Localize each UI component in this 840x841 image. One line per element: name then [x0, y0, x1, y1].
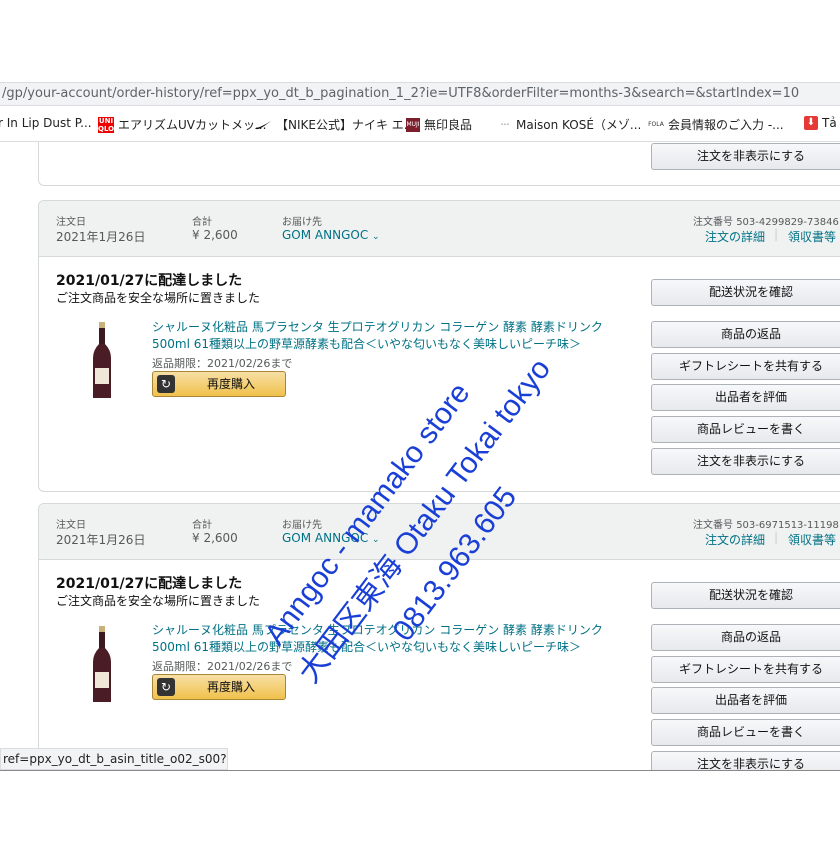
link-separator: |: [774, 227, 779, 241]
uniqlo-logo: UNI QLO: [98, 116, 115, 133]
order-details-link[interactable]: 注文の詳細: [705, 531, 765, 548]
fola-logo: FOLA: [648, 120, 664, 128]
product-image[interactable]: [85, 626, 119, 704]
bookmark-item[interactable]: MUJI 無印良品: [406, 116, 472, 133]
receipt-link[interactable]: 領収書等: [788, 531, 836, 548]
recipient-name: GOM ANNGOC: [282, 228, 369, 242]
buy-again-button[interactable]: ↻ 再度購入: [152, 674, 286, 700]
track-package-button[interactable]: 配送状況を確認: [651, 279, 840, 306]
product-image[interactable]: [85, 322, 119, 400]
order-card-previous: 注文を非表示にする: [38, 142, 840, 186]
total-label: 合計: [192, 217, 212, 228]
buy-again-button[interactable]: ↻ 再度購入: [152, 371, 286, 397]
kose-logo: •••: [500, 121, 510, 128]
status-url: ref=ppx_yo_dt_b_asin_title_o02_s00?ie=..…: [3, 752, 227, 766]
order-number: 503-6971513-111981: [736, 520, 840, 531]
order-number-line: 注文番号 503-6971513-111981: [693, 516, 840, 531]
return-items-button[interactable]: 商品の返品: [651, 624, 840, 651]
bookmark-label: 無印良品: [424, 118, 473, 132]
nike-swoosh-icon: [255, 120, 271, 129]
recipient-dropdown[interactable]: GOM ANNGOC ⌄: [282, 531, 380, 545]
ship-to-label: お届け先: [282, 520, 322, 531]
order-date: 2021年1月26日: [56, 533, 146, 547]
bottom-blank-area: [0, 770, 840, 841]
bookmarks-bar: r In Lip Dust P... UNI QLO エアリズムUVカットメッ..…: [0, 106, 840, 142]
order-number: 503-4299829-738461: [736, 217, 840, 228]
hide-order-button[interactable]: 注文を非表示にする: [651, 143, 840, 170]
hide-order-button[interactable]: 注文を非表示にする: [651, 448, 840, 475]
order-details-link[interactable]: 注文の詳細: [705, 228, 765, 245]
bookmark-item[interactable]: ⬇ Tả: [804, 116, 837, 130]
bookmark-label: r In Lip Dust P...: [0, 116, 92, 130]
write-review-button[interactable]: 商品レビューを書く: [651, 416, 840, 443]
order-total: ¥ 2,600: [192, 228, 238, 242]
order-history-content: 注文を非表示にする 注文日 2021年1月26日 合計 ¥ 2,600 お届け先…: [0, 142, 840, 770]
order-number-label: 注文番号: [693, 217, 733, 228]
order-number-label: 注文番号: [693, 520, 733, 531]
order-date-label: 注文日: [56, 520, 86, 531]
chevron-down-icon: ⌄: [372, 232, 380, 242]
bookmark-item[interactable]: ••• Maison KOSÉ（メゾ...: [498, 116, 642, 133]
return-window: 返品期限：2021/02/26まで: [152, 660, 293, 673]
order-date: 2021年1月26日: [56, 230, 146, 244]
product-title-link[interactable]: シャルーヌ化粧品 馬プラセンタ 生プロテオグリカン コラーゲン 酵素 酵素ドリン…: [152, 319, 612, 353]
total-label: 合計: [192, 520, 212, 531]
return-items-button[interactable]: 商品の返品: [651, 321, 840, 348]
hide-order-button[interactable]: 注文を非表示にする: [651, 751, 840, 770]
product-title-line1: シャルーヌ化粧品 馬プラセンタ 生プロテオグリカン コラーゲン 酵素 酵素ドリン…: [152, 623, 603, 637]
order-number-line: 注文番号 503-4299829-738461: [693, 213, 840, 228]
delivery-status: 2021/01/27に配達しました: [56, 576, 243, 592]
buy-again-label: 再度購入: [206, 680, 255, 694]
ship-to-label: お届け先: [282, 217, 322, 228]
product-title-link[interactable]: シャルーヌ化粧品 馬プラセンタ 生プロテオグリカン コラーゲン 酵素 酵素ドリン…: [152, 622, 612, 656]
recipient-dropdown[interactable]: GOM ANNGOC ⌄: [282, 228, 380, 242]
bookmark-label: 会員情報のご入力 -...: [668, 118, 784, 132]
product-title-line2: 500ml 61種類以上の野草源酵素も配合＜いやな匂いもなく美味しいピーチ味＞: [152, 640, 582, 654]
track-package-button[interactable]: 配送状況を確認: [651, 582, 840, 609]
url-text: /gp/your-account/order-history/ref=ppx_y…: [2, 86, 800, 101]
chevron-down-icon: ⌄: [372, 535, 380, 545]
recipient-name: GOM ANNGOC: [282, 531, 369, 545]
rate-seller-button[interactable]: 出品者を評価: [651, 384, 840, 411]
product-title-line2: 500ml 61種類以上の野草源酵素も配合＜いやな匂いもなく美味しいピーチ味＞: [152, 337, 582, 351]
address-bar[interactable]: /gp/your-account/order-history/ref=ppx_y…: [0, 82, 840, 106]
order-total: ¥ 2,600: [192, 531, 238, 545]
bookmark-label: 【NIKE公式】ナイキ エ...: [276, 118, 416, 132]
receipt-link[interactable]: 領収書等: [788, 228, 836, 245]
buy-again-icon: ↻: [157, 678, 175, 696]
delivery-status: 2021/01/27に配達しました: [56, 273, 243, 289]
share-gift-receipt-button[interactable]: ギフトレシートを共有する: [651, 353, 840, 380]
order-date-label: 注文日: [56, 217, 86, 228]
order-card: 注文日 2021年1月26日 合計 ¥ 2,600 お届け先 GOM ANNGO…: [38, 503, 840, 770]
rate-seller-button[interactable]: 出品者を評価: [651, 687, 840, 714]
delivery-note: ご注文商品を安全な場所に置きました: [56, 594, 261, 608]
muji-logo: MUJI: [406, 117, 420, 132]
buy-again-label: 再度購入: [206, 377, 255, 391]
link-separator: |: [774, 530, 779, 544]
delivery-note: ご注文商品を安全な場所に置きました: [56, 291, 261, 305]
order-card: 注文日 2021年1月26日 合計 ¥ 2,600 お届け先 GOM ANNGO…: [38, 200, 840, 492]
return-window: 返品期限：2021/02/26まで: [152, 357, 293, 370]
bookmark-label: エアリズムUVカットメッ...: [118, 118, 267, 132]
bookmark-label: Tả: [822, 116, 837, 130]
bookmark-item[interactable]: UNI QLO エアリズムUVカットメッ...: [98, 116, 266, 133]
top-blank-area: [0, 0, 840, 82]
write-review-button[interactable]: 商品レビューを書く: [651, 719, 840, 746]
share-gift-receipt-button[interactable]: ギフトレシートを共有する: [651, 656, 840, 683]
bookmark-item[interactable]: 【NIKE公式】ナイキ エ...: [254, 116, 415, 133]
bookmark-item[interactable]: FOLA 会員情報のご入力 -...: [648, 116, 784, 133]
bookmark-label: Maison KOSÉ（メゾ...: [516, 118, 642, 132]
buy-again-icon: ↻: [157, 375, 175, 393]
download-icon: ⬇: [804, 116, 818, 130]
link-status-bar: ref=ppx_yo_dt_b_asin_title_o02_s00?ie=..…: [0, 748, 228, 770]
bookmark-item[interactable]: r In Lip Dust P...: [0, 116, 92, 130]
product-title-line1: シャルーヌ化粧品 馬プラセンタ 生プロテオグリカン コラーゲン 酵素 酵素ドリン…: [152, 320, 603, 334]
